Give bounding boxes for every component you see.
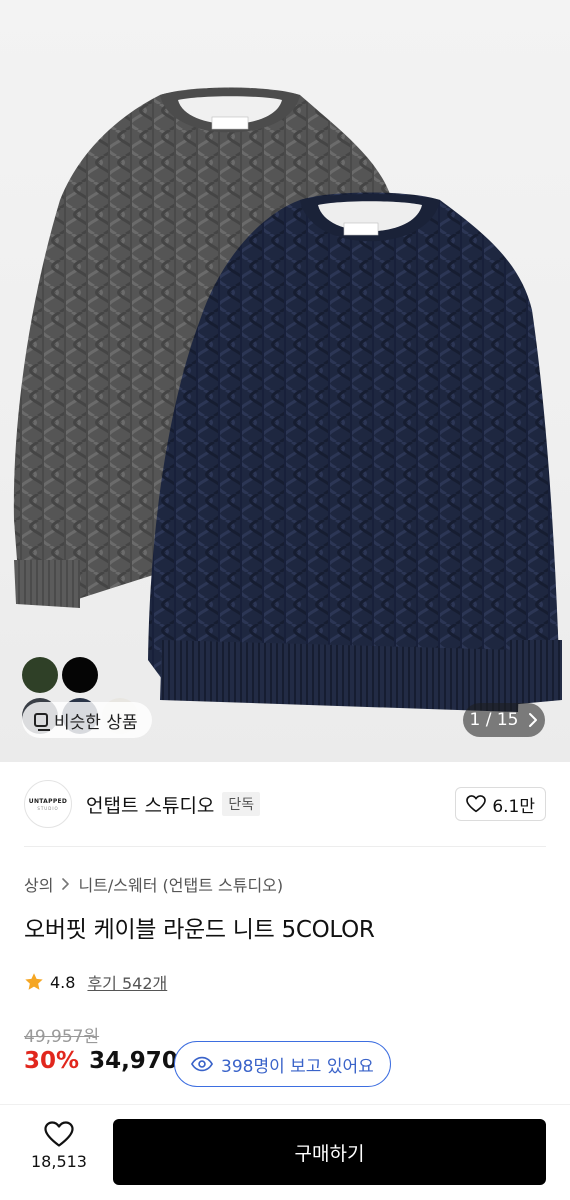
review-count-link[interactable]: 후기 542개 (87, 970, 167, 994)
brand-row: UNTAPPED STUDIO 언탭트 스튜디오 단독 6.1만 (24, 780, 546, 828)
breadcrumb-category[interactable]: 상의 (24, 872, 53, 896)
pager-count: 1 / 15 (469, 710, 519, 730)
bottom-action-bar: 18,513 구매하기 (0, 1104, 570, 1200)
product-photo (13, 87, 562, 712)
image-pager[interactable]: 1 / 15 (463, 703, 545, 737)
heart-icon (466, 795, 487, 813)
brand-name[interactable]: 언탭트 스튜디오 (86, 791, 214, 818)
color-swatch-olive[interactable] (22, 657, 58, 693)
breadcrumb-subcategory[interactable]: 니트/스웨터 (언탭트 스튜디오) (78, 872, 283, 896)
chevron-right-icon (62, 878, 70, 890)
sale-price: 34,970 (89, 1048, 178, 1074)
brand-logo-text: UNTAPPED (28, 797, 68, 805)
chevron-right-icon (529, 713, 538, 727)
price-row: 30% 34,970 (24, 1048, 178, 1074)
similar-label: 비슷한 상품 (54, 712, 138, 733)
buy-button[interactable]: 구매하기 (113, 1119, 546, 1185)
brand-logo-subtext: STUDIO (37, 805, 59, 811)
product-title: 오버핏 케이블 라운드 니트 5COLOR (24, 917, 375, 943)
viewers-badge: 398명이 보고 있어요 (174, 1041, 391, 1087)
divider (24, 846, 546, 847)
rating-score: 4.8 (50, 972, 76, 992)
color-swatch-black[interactable] (62, 657, 98, 693)
viewers-text: 398명이 보고 있어요 (221, 1056, 374, 1077)
brand-like-button[interactable]: 6.1만 (455, 787, 546, 821)
exclusive-badge: 단독 (222, 792, 261, 816)
wishlist-button[interactable]: 18,513 (24, 1121, 94, 1171)
heart-icon (44, 1121, 74, 1147)
original-price: 49,957원 (24, 1027, 100, 1047)
star-icon (25, 973, 43, 990)
similar-products-button[interactable]: 비슷한 상품 (22, 702, 152, 738)
product-image-carousel[interactable]: 비슷한 상품 1 / 15 (0, 0, 570, 762)
wishlist-count: 18,513 (31, 1152, 87, 1171)
discount-rate: 30% (24, 1048, 80, 1074)
brand-like-count: 6.1만 (492, 796, 535, 817)
brand-logo[interactable]: UNTAPPED STUDIO (24, 780, 72, 828)
similar-icon (34, 713, 50, 731)
product-rating: 4.8 후기 542개 (24, 970, 167, 994)
eye-icon (191, 1056, 213, 1072)
breadcrumb: 상의 니트/스웨터 (언탭트 스튜디오) (24, 872, 283, 896)
